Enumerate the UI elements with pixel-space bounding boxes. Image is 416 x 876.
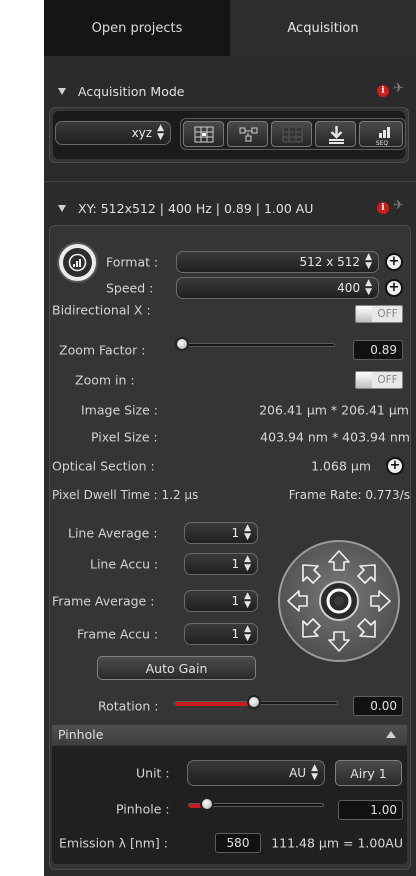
pixel-dwell-time: Pixel Dwell Time : 1.2 µs (52, 488, 199, 502)
unit-label: Unit : (136, 765, 170, 781)
line-average-select[interactable]: 1 ▲ ▼ (184, 522, 258, 544)
collapse-up-icon[interactable] (385, 730, 397, 740)
seq-label: SEQ (376, 140, 389, 147)
pinhole-slider-handle[interactable] (200, 797, 214, 811)
scan-settings-icon (68, 253, 87, 272)
image-size-label: Image Size : (81, 402, 158, 418)
pan-control[interactable] (270, 537, 408, 665)
emission-label: Emission λ [nm] : (59, 835, 168, 851)
unit-value: AU (289, 766, 307, 780)
seq-icon[interactable]: SEQ (359, 121, 403, 147)
speed-label: Speed : (106, 280, 154, 296)
pinhole-title: Pinhole (58, 727, 104, 742)
scan-mode-button[interactable] (57, 242, 98, 283)
zoom-in-toggle[interactable]: OFF (355, 371, 403, 389)
add-speed-icon[interactable]: + (385, 279, 403, 297)
pinhole-size-readout: 111.48 µm = 1.00AU (271, 835, 403, 851)
zoom-in-label: Zoom in : (75, 372, 135, 388)
add-format-icon[interactable]: + (385, 253, 403, 271)
frame-accu-label: Frame Accu : (77, 626, 159, 642)
format-value: 512 x 512 (299, 255, 361, 269)
frame-average-value: 1 (231, 594, 240, 608)
format-select[interactable]: 512 x 512 ▲ ▼ (176, 251, 379, 273)
auto-gain-button[interactable]: Auto Gain (97, 656, 256, 680)
acquisition-mode-header[interactable]: Acquisition Mode (50, 77, 408, 105)
frame-accu-value: 1 (231, 627, 240, 641)
rotation-slider-handle[interactable] (247, 695, 261, 709)
unit-select[interactable]: AU ▲ ▼ (187, 760, 325, 786)
acquisition-mode-value: xyz (131, 126, 153, 140)
bidirectional-label: Bidirectional X : (52, 302, 151, 318)
rotation-slider-fill (175, 702, 255, 706)
xy-section-title: XY: 512x512 | 400 Hz | 0.89 | 1.00 AU (78, 200, 314, 216)
bidirectional-toggle[interactable]: OFF (355, 305, 403, 323)
airy-1-button[interactable]: Airy 1 (335, 760, 402, 786)
frame-average-select[interactable]: 1 ▲ ▼ (184, 590, 258, 612)
zoom-factor-slider[interactable] (177, 343, 335, 347)
zoom-slider-handle[interactable] (175, 337, 189, 351)
emission-value[interactable]: 580 (215, 833, 261, 853)
collapse-triangle-icon[interactable] (58, 204, 66, 212)
add-optical-section-icon[interactable]: + (386, 457, 404, 475)
optical-section-value: 1.068 µm (311, 458, 371, 474)
download-icon[interactable] (315, 121, 356, 147)
section-divider (44, 181, 416, 182)
speed-value: 400 (337, 281, 361, 295)
frame-rate: Frame Rate: 0.773/s (288, 488, 410, 502)
line-accu-select[interactable]: 1 ▲ ▼ (184, 553, 258, 575)
frame-average-label: Frame Average : (52, 593, 155, 609)
grid-icon[interactable] (271, 121, 312, 147)
xy-section-header[interactable]: XY: 512x512 | 400 Hz | 0.89 | 1.00 AU (50, 194, 408, 222)
tab-open-projects[interactable]: Open projects (44, 0, 230, 56)
pin-icon[interactable]: ✈ (393, 198, 404, 213)
tile-scan-icon[interactable] (183, 121, 224, 147)
tab-bar: Open projects Acquisition (44, 0, 416, 56)
pinhole-label: Pinhole : (116, 801, 170, 817)
zoom-factor-value[interactable]: 0.89 (353, 340, 403, 360)
positions-icon[interactable] (227, 121, 268, 147)
collapse-triangle-icon[interactable] (58, 87, 66, 95)
pinhole-header[interactable]: Pinhole (52, 725, 407, 745)
rotation-label: Rotation : (98, 698, 159, 714)
tab-acquisition[interactable]: Acquisition (230, 0, 416, 56)
acquisition-mode-title: Acquisition Mode (78, 83, 185, 99)
pinhole-value[interactable]: 1.00 (338, 800, 403, 820)
line-average-value: 1 (231, 526, 240, 540)
rotation-value[interactable]: 0.00 (353, 696, 403, 716)
pixel-size-value: 403.94 nm * 403.94 nm (260, 429, 410, 445)
pin-icon[interactable]: ✈ (393, 81, 404, 96)
info-icon[interactable]: i (377, 85, 389, 97)
line-accu-value: 1 (231, 557, 240, 571)
image-size-value: 206.41 µm * 206.41 µm (259, 402, 409, 418)
acquisition-mode-select[interactable]: xyz ▲ ▼ (55, 121, 171, 145)
speed-select[interactable]: 400 ▲ ▼ (176, 277, 379, 299)
line-accu-label: Line Accu : (90, 556, 159, 572)
zoom-factor-label: Zoom Factor : (59, 342, 146, 358)
optical-section-label: Optical Section : (52, 458, 155, 474)
line-average-label: Line Average : (68, 525, 158, 541)
info-icon[interactable]: i (377, 202, 389, 214)
pixel-size-label: Pixel Size : (91, 429, 158, 445)
frame-accu-select[interactable]: 1 ▲ ▼ (184, 623, 258, 645)
format-label: Format : (106, 254, 159, 270)
